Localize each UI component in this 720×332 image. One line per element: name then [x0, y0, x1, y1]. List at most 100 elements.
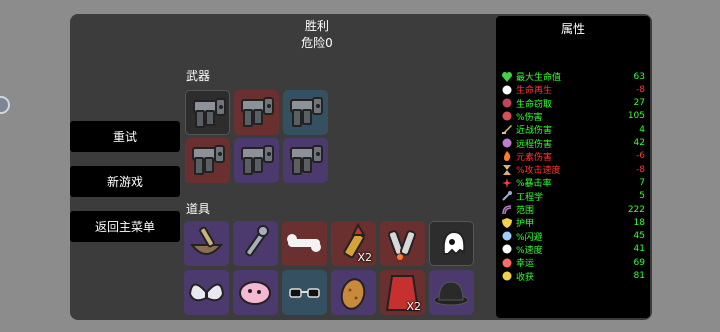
- sword-icon: [502, 124, 512, 134]
- weapon-slot[interactable]: [185, 138, 230, 183]
- stat-row: 生命窃取 27: [501, 97, 645, 110]
- stat-label: %闪避: [516, 232, 543, 243]
- stat-label: %攻击速度: [516, 166, 561, 177]
- harvest-icon: [502, 271, 512, 281]
- sunglasses-icon: [289, 288, 320, 298]
- result-title: 胜利: [304, 19, 329, 33]
- end-run-panel: 胜利 危险0 武器 道具 重试 新游戏 返回主菜单 X2 X2 属性 最大生命值 6…: [70, 14, 652, 320]
- items-label: 道具: [186, 202, 211, 216]
- stat-label: 元素伤害: [516, 152, 553, 163]
- retry-button[interactable]: 重试: [70, 121, 180, 152]
- item-slot[interactable]: [380, 221, 425, 266]
- rockets-icon: [387, 230, 417, 260]
- range-icon: [502, 204, 512, 214]
- stat-label: 最大生命值: [516, 73, 562, 83]
- stat-label: %暴击率: [516, 179, 552, 190]
- side-handle[interactable]: [0, 96, 10, 114]
- potato-icon: [340, 278, 366, 310]
- stat-label: %速度: [516, 245, 543, 256]
- stat-row: %暴击率 7: [501, 176, 645, 189]
- main-menu-button[interactable]: 返回主菜单: [70, 211, 180, 242]
- fire-icon: [504, 151, 511, 162]
- stat-value: 5: [639, 191, 645, 202]
- stat-value: 4: [639, 124, 645, 135]
- weapon-slot[interactable]: [185, 90, 230, 135]
- stat-row: 范围 222: [501, 203, 645, 216]
- gun-icon: [290, 97, 323, 127]
- item-slot[interactable]: [429, 221, 474, 266]
- stats-panel: 属性 最大生命值 63 生命再生 -8 生命窃取 27 %伤害 105 近战伤害 4 远程伤害 42 元…: [496, 16, 650, 318]
- regen-icon: [502, 85, 512, 95]
- item-slot[interactable]: [331, 270, 376, 315]
- stat-value: 69: [633, 257, 645, 268]
- item-slot[interactable]: [233, 270, 278, 315]
- item-quantity: X2: [406, 300, 421, 313]
- stat-label: 收获: [516, 272, 535, 283]
- weapon-slot[interactable]: [283, 90, 328, 135]
- stat-value: 45: [633, 231, 645, 242]
- weapon-slot[interactable]: [234, 90, 279, 135]
- stat-label: 生命窃取: [516, 99, 553, 110]
- item-slot[interactable]: [184, 270, 229, 315]
- stat-label: 幸运: [516, 259, 535, 270]
- stat-row: %伤害 105: [501, 110, 645, 123]
- stat-value: 27: [633, 98, 645, 109]
- item-slot[interactable]: [282, 221, 327, 266]
- shield-icon: [502, 217, 512, 228]
- ranged-icon: [502, 138, 512, 148]
- gun-icon: [241, 145, 274, 175]
- gun-icon: [241, 97, 274, 127]
- stat-row: 最大生命值 63: [501, 70, 645, 83]
- stat-row: 元素伤害 -6: [501, 150, 645, 163]
- item-slot[interactable]: [184, 221, 229, 266]
- item-slot[interactable]: [233, 221, 278, 266]
- gun-icon: [192, 145, 225, 175]
- wings-icon: [188, 283, 225, 302]
- stat-label: 生命再生: [516, 86, 553, 97]
- heart-icon: [502, 71, 512, 82]
- item-slot[interactable]: [429, 270, 474, 315]
- gun-icon: [290, 145, 323, 175]
- ghost-icon: [442, 230, 466, 256]
- stat-row: 收获 81: [501, 270, 645, 283]
- stat-row: 幸运 69: [501, 256, 645, 269]
- luck-icon: [502, 258, 512, 268]
- item-slot[interactable]: [282, 270, 327, 315]
- new-game-button[interactable]: 新游戏: [70, 166, 180, 197]
- bone-icon: [287, 234, 321, 252]
- stat-value: -6: [636, 151, 645, 162]
- stat-row: 生命再生 -8: [501, 83, 645, 96]
- danger-level: 危险0: [301, 36, 333, 50]
- gun-icon: [193, 98, 226, 128]
- item-quantity: X2: [357, 251, 372, 264]
- stat-label: 近战伤害: [516, 126, 553, 137]
- stat-row: %速度 41: [501, 243, 645, 256]
- stat-value: 42: [633, 138, 645, 148]
- item-slot[interactable]: X2: [331, 221, 376, 266]
- weapon-slot[interactable]: [283, 138, 328, 183]
- stat-value: -8: [636, 164, 645, 175]
- lifesteal-icon: [502, 98, 512, 108]
- stat-label: 远程伤害: [516, 139, 553, 150]
- mortar-bowl-icon: [189, 226, 224, 255]
- stat-value: 222: [627, 204, 645, 215]
- stats-title: 属性: [560, 22, 585, 36]
- dodge-icon: [502, 231, 512, 241]
- stat-label: %伤害: [516, 112, 543, 123]
- stat-value: 7: [639, 177, 645, 188]
- bowler-hat-icon: [433, 281, 469, 306]
- stat-value: 41: [633, 244, 645, 255]
- wrench-icon: [245, 225, 269, 257]
- stat-value: 18: [633, 217, 645, 228]
- stat-value: 81: [633, 271, 645, 281]
- weapon-slot[interactable]: [234, 138, 279, 183]
- stat-label: 工程学: [516, 192, 544, 203]
- crit-icon: [502, 177, 512, 188]
- damage-icon: [502, 111, 512, 121]
- stat-row: 工程学 5: [501, 190, 645, 203]
- stat-label: 护甲: [516, 219, 535, 230]
- stat-row: 远程伤害 42: [501, 137, 645, 150]
- item-slot[interactable]: X2: [380, 270, 425, 315]
- stat-row: 护甲 18: [501, 216, 645, 229]
- stat-value: 105: [627, 111, 645, 122]
